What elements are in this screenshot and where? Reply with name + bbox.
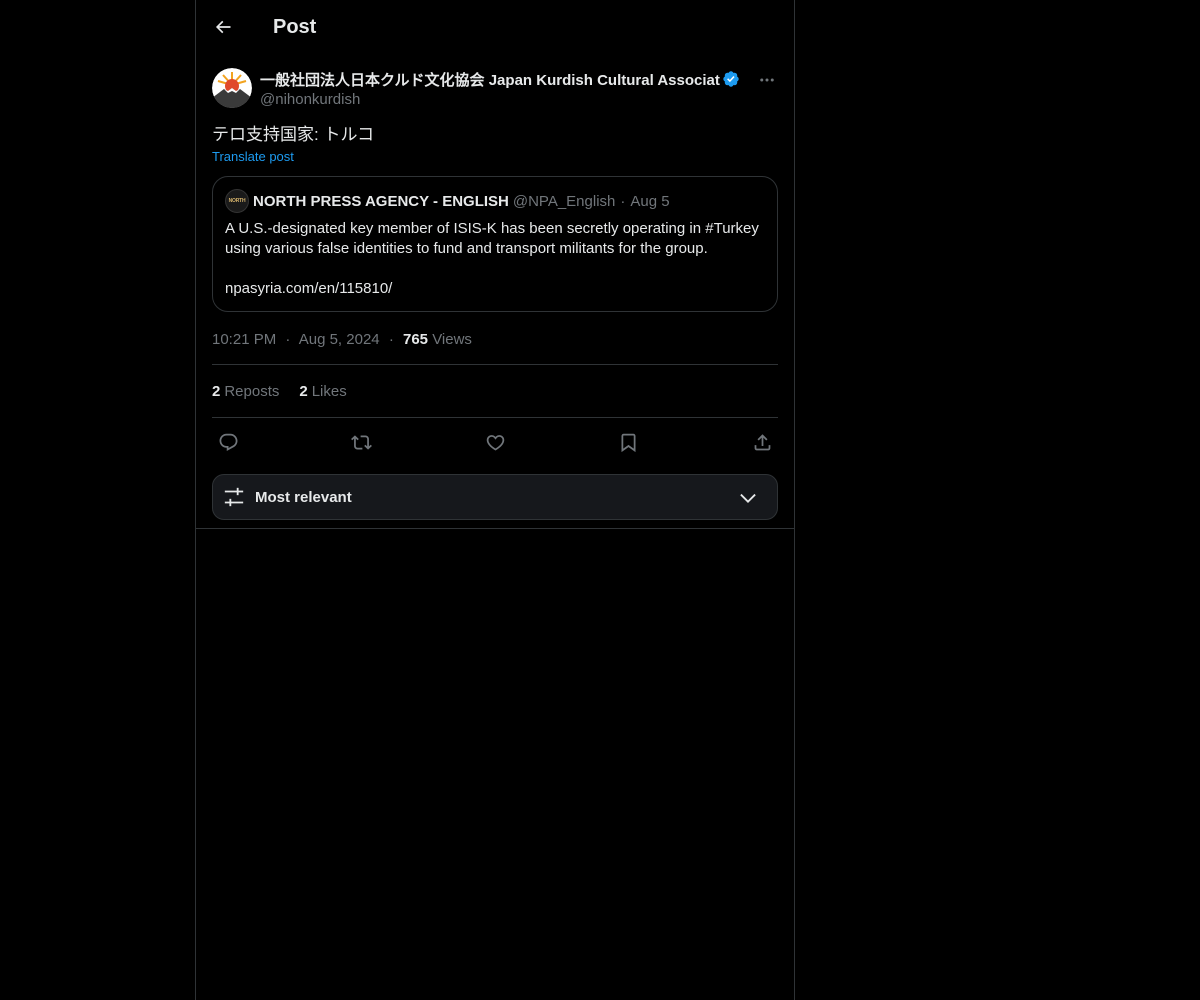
bookmark-icon	[621, 433, 636, 452]
share-icon	[754, 433, 770, 450]
sort-label: Most relevant	[255, 488, 352, 506]
more-options-button[interactable]	[756, 69, 778, 91]
reply-sort-dropdown[interactable]: Most relevant	[212, 474, 778, 520]
quoted-avatar-logo-text: NORTH	[228, 198, 246, 204]
meta-separator: ·	[388, 331, 394, 348]
quoted-separator: ·	[620, 192, 626, 210]
bookmark-button[interactable]	[617, 430, 641, 454]
name-line: 一般社団法人日本クルド文化協会 Japan Kurdish Cultural A…	[260, 69, 740, 90]
avatar-mount-fuji-logo	[212, 68, 252, 108]
author-handle[interactable]: @nihonkurdish	[260, 91, 740, 108]
reply-button[interactable]	[216, 430, 240, 454]
views-count: 765	[402, 331, 429, 348]
avatar[interactable]	[212, 68, 252, 108]
engagement-stats: 2 Reposts 2 Likes	[212, 365, 778, 418]
likes-count: 2	[299, 382, 308, 400]
post-time[interactable]: 10:21 PM	[212, 331, 276, 348]
heart-icon	[486, 434, 504, 451]
share-button[interactable]	[750, 430, 774, 454]
quoted-author-handle: @NPA_English	[512, 192, 616, 210]
likes-label: Likes	[311, 382, 347, 400]
post-text: テロ支持国家: トルコ	[212, 125, 375, 144]
more-horizontal-icon	[760, 78, 774, 82]
sliders-icon	[224, 487, 244, 507]
arrow-left-icon	[215, 20, 231, 34]
post-meta: 10:21 PM · Aug 5, 2024 · 765 Views	[212, 331, 778, 365]
main-column: Post 一般社団法人日本クルド文化協会 Japan Kurdish Cultu…	[195, 0, 795, 1000]
translate-post-link[interactable]: Translate post	[212, 149, 294, 164]
chevron-down-icon	[740, 493, 756, 503]
action-bar	[212, 418, 778, 466]
repost-icon	[351, 434, 372, 450]
reply-icon	[219, 433, 237, 451]
reposts-count: 2	[212, 382, 221, 400]
reposts-stat[interactable]: 2 Reposts	[212, 383, 279, 400]
meta-separator: ·	[285, 331, 291, 348]
views-label: Views	[432, 331, 472, 348]
author-display-name[interactable]: 一般社団法人日本クルド文化協会 Japan Kurdish Cultural A…	[260, 69, 720, 90]
section-divider	[196, 528, 794, 529]
quoted-post-header: NORTH NORTH PRESS AGENCY - ENGLISH @NPA_…	[225, 189, 765, 213]
like-button[interactable]	[483, 430, 507, 454]
quoted-post[interactable]: NORTH NORTH PRESS AGENCY - ENGLISH @NPA_…	[212, 176, 778, 312]
verified-badge-icon	[723, 71, 739, 87]
quoted-author-name: NORTH PRESS AGENCY - ENGLISH	[253, 192, 509, 210]
likes-stat[interactable]: 2 Likes	[299, 383, 346, 400]
post-date[interactable]: Aug 5, 2024	[299, 331, 380, 348]
quoted-date: Aug 5	[630, 192, 670, 210]
back-button[interactable]	[206, 10, 240, 44]
page-header: Post	[196, 0, 794, 54]
repost-button[interactable]	[350, 430, 374, 454]
quoted-text: A U.S.-designated key member of ISIS-K h…	[225, 220, 759, 297]
quoted-avatar: NORTH	[225, 189, 249, 213]
post: 一般社団法人日本クルド文化協会 Japan Kurdish Cultural A…	[196, 63, 794, 520]
reposts-label: Reposts	[224, 382, 280, 400]
page-title: Post	[273, 15, 317, 38]
author-info: 一般社団法人日本クルド文化協会 Japan Kurdish Cultural A…	[260, 69, 740, 108]
author-row: 一般社団法人日本クルド文化協会 Japan Kurdish Cultural A…	[212, 63, 778, 113]
